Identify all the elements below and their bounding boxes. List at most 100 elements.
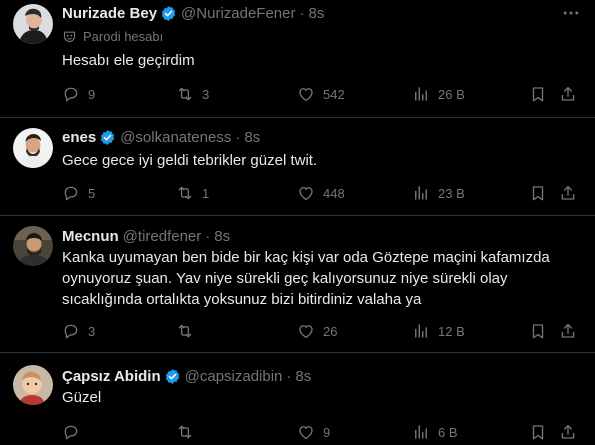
view-count: 6 B [438, 424, 458, 440]
tweet-header: enes @solkanateness · 8s [62, 127, 260, 147]
like-icon [297, 322, 315, 340]
tweet-actions: 5 1 448 23 B [62, 182, 582, 204]
tweet-text: Kanka uyumayan ben bide bir kaç kişi var… [62, 249, 550, 308]
views-button[interactable]: 26 B [412, 83, 465, 105]
tweet-text: Hesabı ele geçirdim [62, 52, 195, 69]
tweet[interactable]: Çapsız Abidin @capsizadibin · 8s Güzel 9… [0, 353, 595, 445]
display-name[interactable]: Çapsız Abidin [62, 368, 161, 385]
tweet-text: Gece gece iyi geldi tebrikler güzel twit… [62, 152, 318, 169]
bookmark-button[interactable] [529, 182, 555, 204]
reply-button[interactable] [62, 421, 88, 443]
retweet-button[interactable] [176, 320, 202, 342]
user-handle[interactable]: @tiredfener [123, 228, 202, 245]
like-count: 542 [323, 86, 345, 102]
reply-count: 9 [88, 86, 96, 102]
view-count: 12 B [438, 323, 465, 339]
reply-button[interactable]: 9 [62, 83, 95, 105]
tweet[interactable]: enes @solkanateness · 8s Gece gece iyi g… [0, 118, 595, 216]
parody-label: Parodi hesabı [62, 27, 163, 45]
retweet-count: 3 [202, 86, 210, 102]
tweet-header: Nurizade Bey @NurizadeFener · 8s [62, 3, 324, 23]
retweet-button[interactable]: 3 [176, 83, 209, 105]
views-icon [412, 184, 430, 202]
display-name[interactable]: Nurizade Bey [62, 5, 157, 22]
reply-button[interactable]: 5 [62, 182, 95, 204]
like-icon [297, 423, 315, 441]
like-button[interactable]: 26 [297, 320, 337, 342]
parody-text: Parodi hesabı [83, 28, 164, 44]
share-icon [559, 423, 577, 441]
reply-icon [62, 184, 80, 202]
like-icon [297, 184, 315, 202]
bookmark-icon [529, 85, 547, 103]
share-button[interactable] [559, 320, 585, 342]
bookmark-button[interactable] [529, 320, 555, 342]
share-button[interactable] [559, 421, 585, 443]
avatar[interactable] [13, 4, 53, 44]
reply-count: 3 [88, 323, 96, 339]
share-button[interactable] [559, 83, 585, 105]
retweet-icon [176, 322, 194, 340]
tweet-actions: 9 3 542 26 B [62, 83, 582, 105]
user-handle[interactable]: @NurizadeFener [181, 5, 295, 22]
share-button[interactable] [559, 182, 585, 204]
like-count: 26 [323, 323, 338, 339]
tweet-actions: 3 26 12 B [62, 320, 582, 342]
avatar[interactable] [13, 365, 53, 405]
share-icon [559, 184, 577, 202]
verified-icon [164, 368, 181, 385]
retweet-button[interactable] [176, 421, 202, 443]
bookmark-icon [529, 322, 547, 340]
tweet[interactable]: Nurizade Bey @NurizadeFener · 8s Parodi … [0, 0, 595, 118]
view-count: 26 B [438, 86, 465, 102]
like-button[interactable]: 542 [297, 83, 345, 105]
views-button[interactable]: 6 B [412, 421, 458, 443]
timestamp[interactable]: 8s [309, 5, 325, 22]
tweet-text: Güzel [62, 389, 102, 406]
user-handle[interactable]: @capsizadibin [185, 368, 283, 385]
reply-button[interactable]: 3 [62, 320, 95, 342]
tweet[interactable]: Mecnun @tiredfener · 8s Kanka uyumayan b… [0, 216, 595, 353]
avatar[interactable] [13, 226, 53, 266]
views-icon [412, 85, 430, 103]
display-name[interactable]: enes [62, 129, 96, 146]
timestamp[interactable]: 8s [295, 368, 311, 385]
like-button[interactable]: 9 [297, 421, 330, 443]
verified-icon [160, 5, 177, 22]
reply-icon [62, 423, 80, 441]
timestamp[interactable]: 8s [244, 129, 260, 146]
timestamp[interactable]: 8s [214, 228, 230, 245]
retweet-icon [176, 423, 194, 441]
avatar[interactable] [13, 128, 53, 168]
retweet-icon [176, 85, 194, 103]
share-icon [559, 85, 577, 103]
retweet-count: 1 [202, 185, 210, 201]
reply-count: 5 [88, 185, 96, 201]
separator-dot: · [205, 227, 211, 245]
views-button[interactable]: 12 B [412, 320, 465, 342]
view-count: 23 B [438, 185, 465, 201]
tweet-header: Mecnun @tiredfener · 8s [62, 226, 230, 246]
reply-icon [62, 322, 80, 340]
bookmark-button[interactable] [529, 83, 555, 105]
parody-mask-icon [62, 29, 77, 44]
retweet-icon [176, 184, 194, 202]
views-icon [412, 423, 430, 441]
verified-icon [99, 129, 116, 146]
like-count: 448 [323, 185, 345, 201]
bookmark-button[interactable] [529, 421, 555, 443]
like-count: 9 [323, 424, 331, 440]
reply-icon [62, 85, 80, 103]
more-icon[interactable] [561, 3, 581, 23]
tweet-actions: 9 6 B [62, 421, 582, 443]
like-icon [297, 85, 315, 103]
separator-dot: · [286, 367, 292, 385]
display-name[interactable]: Mecnun [62, 228, 119, 245]
views-button[interactable]: 23 B [412, 182, 465, 204]
like-button[interactable]: 448 [297, 182, 345, 204]
separator-dot: · [235, 128, 241, 146]
user-handle[interactable]: @solkanateness [120, 129, 231, 146]
retweet-button[interactable]: 1 [176, 182, 209, 204]
bookmark-icon [529, 184, 547, 202]
views-icon [412, 322, 430, 340]
